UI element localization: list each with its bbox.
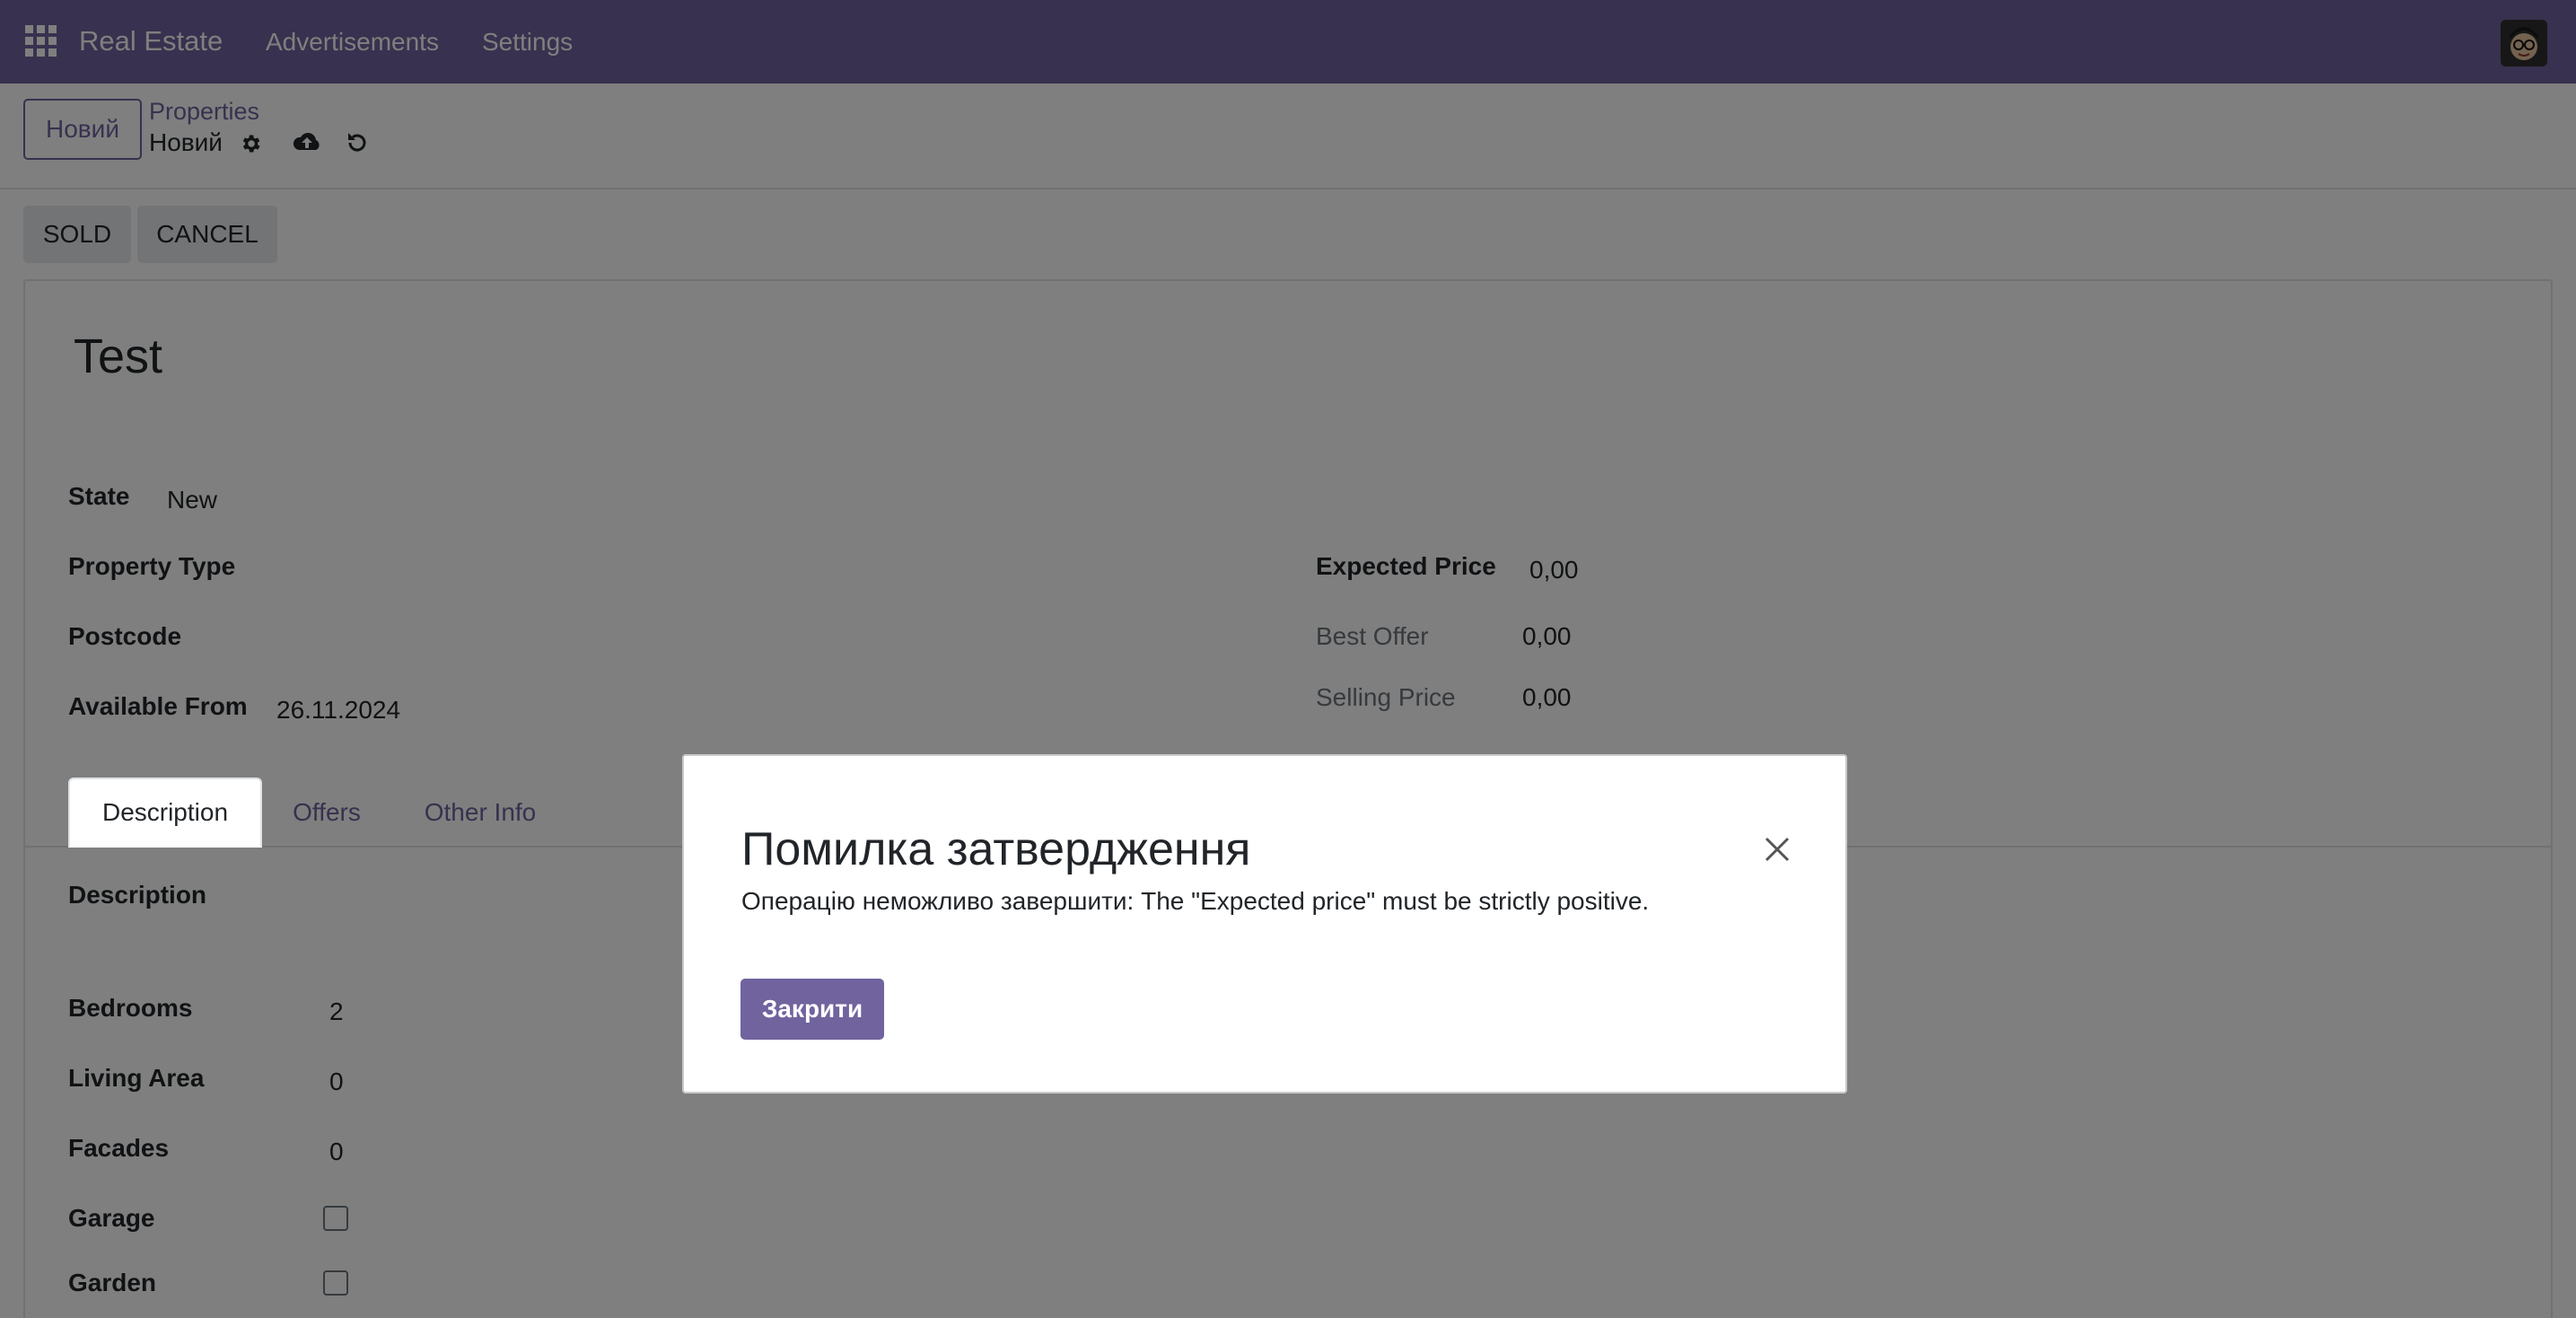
validation-error-dialog: Помилка затвердження Операцію неможливо … — [682, 754, 1847, 1094]
dialog-title: Помилка затвердження — [741, 823, 1251, 875]
tab-description[interactable]: Description — [68, 778, 262, 848]
close-icon[interactable] — [1759, 831, 1795, 867]
dialog-close-button[interactable]: Закрити — [740, 979, 884, 1040]
modal-backdrop[interactable] — [0, 0, 2576, 1318]
dialog-message: Операцію неможливо завершити: The "Expec… — [741, 887, 1650, 915]
